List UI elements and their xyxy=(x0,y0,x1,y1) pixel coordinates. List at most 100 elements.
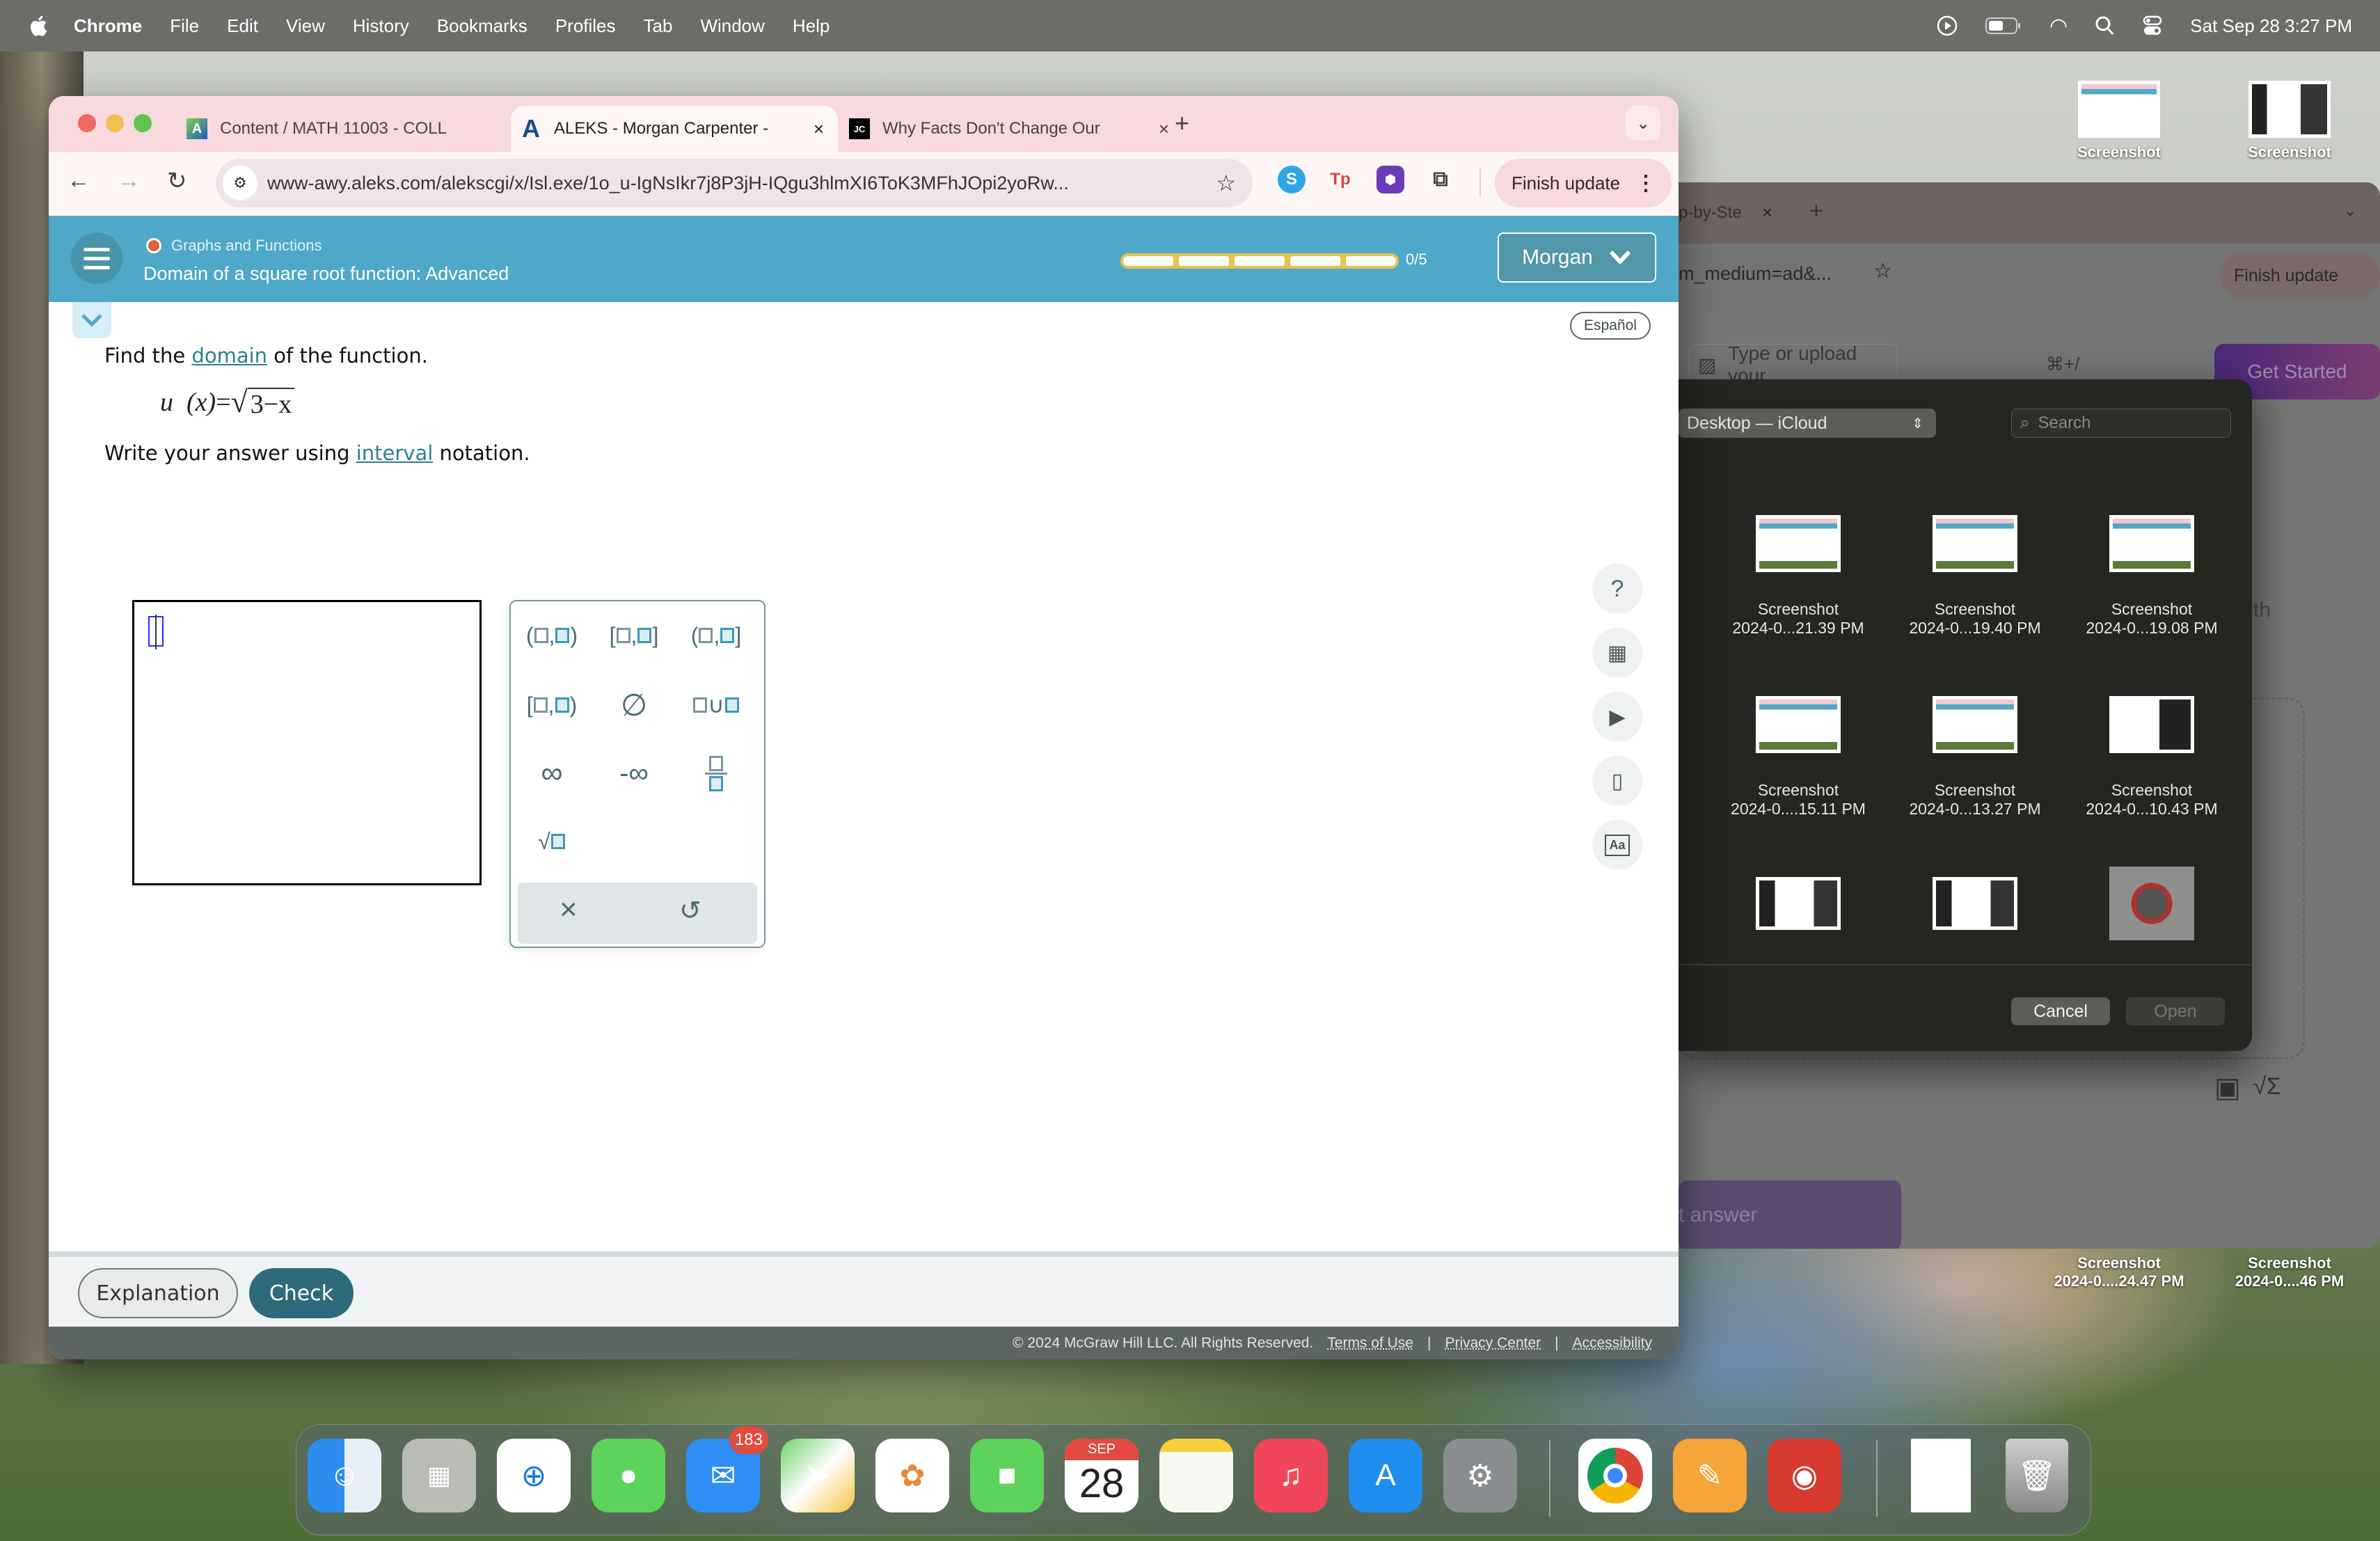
dictionary-button[interactable]: Aa xyxy=(1592,820,1642,870)
window-minimize-button[interactable] xyxy=(106,114,124,132)
site-settings-icon[interactable]: ⚙ xyxy=(223,166,257,200)
background-url[interactable]: m_medium=ad&... xyxy=(1679,263,1832,285)
calculator-button[interactable]: ▦ xyxy=(1592,628,1642,678)
dock-music-icon[interactable]: ♫ xyxy=(1254,1439,1328,1512)
help-button[interactable]: ? xyxy=(1592,564,1642,614)
skype-icon[interactable]: S xyxy=(1278,166,1306,193)
collapse-toggle-button[interactable] xyxy=(72,302,111,338)
tab-search-button[interactable]: ⌄ xyxy=(1626,106,1660,141)
desktop-file-screenshot-2[interactable]: Screenshot xyxy=(2220,81,2359,161)
wifi-icon[interactable]: ◠ xyxy=(2049,14,2068,38)
menu-help[interactable]: Help xyxy=(793,15,830,37)
spotlight-search-icon[interactable] xyxy=(2095,15,2115,36)
desktop-file-screenshot-1[interactable]: Screenshot xyxy=(2049,81,2189,161)
dock-safari-icon[interactable]: ⊕ xyxy=(497,1439,571,1512)
answer-input[interactable] xyxy=(132,600,482,885)
menu-tab[interactable]: Tab xyxy=(644,15,673,37)
user-menu-button[interactable]: Morgan xyxy=(1498,232,1656,283)
open-button[interactable]: Open xyxy=(2126,997,2225,1025)
tab-aleks[interactable]: A ALEKS - Morgan Carpenter - × xyxy=(511,106,838,152)
desktop-file-screenshot-3[interactable]: Screenshot 2024-0....24.47 PM xyxy=(2049,1254,2189,1290)
dock-system-settings-icon[interactable]: ⚙ xyxy=(1443,1439,1517,1512)
dock-mail-icon[interactable]: ✉ 183 xyxy=(686,1426,768,1512)
tab-content-math[interactable]: A Content / MATH 11003 - COLL × xyxy=(187,106,548,152)
dialog-file-item[interactable] xyxy=(1722,877,1875,958)
square-root-key[interactable]: √ xyxy=(514,817,590,866)
background-formula-icon[interactable]: √Σ xyxy=(2253,1073,2281,1100)
union-key[interactable]: ∪ xyxy=(678,681,754,729)
background-finish-update[interactable]: Finish update xyxy=(2220,252,2380,299)
dock-launchpad-icon[interactable]: ▦ xyxy=(402,1439,476,1512)
reload-button[interactable]: ↻ xyxy=(167,167,187,195)
address-bar[interactable]: ⚙ www-awy.aleks.com/alekscgi/x/Isl.exe/1… xyxy=(216,159,1253,207)
negative-infinity-key[interactable]: -∞ xyxy=(596,749,672,798)
crystal-extension-icon[interactable]: ⬢ xyxy=(1377,166,1404,193)
control-center-icon[interactable] xyxy=(2143,15,2162,36)
battery-icon[interactable] xyxy=(1985,16,2022,35)
background-image-icon[interactable]: ▣ xyxy=(2214,1072,2241,1104)
fraction-key[interactable] xyxy=(678,749,754,798)
dialog-file-item[interactable]: Screenshot 2024-0....15.11 PM xyxy=(1722,696,1875,819)
background-tab-close-icon[interactable]: × xyxy=(1762,202,1772,223)
menu-bookmarks[interactable]: Bookmarks xyxy=(437,15,527,37)
privacy-center-link[interactable]: Privacy Center xyxy=(1445,1335,1541,1352)
check-button[interactable]: Check xyxy=(249,1268,354,1318)
new-tab-button[interactable]: + xyxy=(1175,109,1189,138)
background-tab-menu-icon[interactable]: ⌄ xyxy=(2343,200,2357,221)
dock-finder-icon[interactable]: ☺ xyxy=(308,1439,381,1512)
video-button[interactable]: ▶ xyxy=(1592,692,1642,742)
bookmark-star-icon[interactable]: ☆ xyxy=(1216,170,1236,196)
background-tab-label[interactable]: p-by-Ste xyxy=(1679,203,1742,223)
menu-edit[interactable]: Edit xyxy=(227,15,258,37)
dock-notes-icon[interactable] xyxy=(1159,1439,1233,1512)
undo-key[interactable]: ↺ xyxy=(679,895,701,926)
menu-file[interactable]: File xyxy=(170,15,199,37)
domain-link[interactable]: domain xyxy=(191,344,267,368)
forward-button[interactable]: → xyxy=(117,167,141,194)
open-closed-interval-key[interactable]: (,] xyxy=(678,611,754,660)
menu-profiles[interactable]: Profiles xyxy=(555,15,616,37)
menubar-clock[interactable]: Sat Sep 28 3:27 PM xyxy=(2190,15,2352,37)
tab-why-facts[interactable]: JC Why Facts Don't Change Our × xyxy=(849,106,1183,152)
ebook-button[interactable]: ▯ xyxy=(1592,756,1642,806)
background-bookmark-star-icon[interactable]: ☆ xyxy=(1873,259,1892,283)
terms-of-use-link[interactable]: Terms of Use xyxy=(1327,1335,1413,1352)
dialog-file-item[interactable]: Screenshot 2024-0...10.43 PM xyxy=(2075,696,2228,819)
dialog-file-item-logo[interactable] xyxy=(2075,867,2228,968)
espanol-button[interactable]: Español xyxy=(1570,312,1651,340)
desktop-file-screenshot-4[interactable]: Screenshot 2024-0....46 PM xyxy=(2220,1254,2359,1290)
closed-closed-interval-key[interactable]: [,] xyxy=(596,611,672,660)
window-close-button[interactable] xyxy=(78,114,96,132)
open-open-interval-key[interactable]: (,) xyxy=(514,611,590,660)
closed-open-interval-key[interactable]: [,) xyxy=(514,681,590,729)
menu-app-name[interactable]: Chrome xyxy=(74,15,142,37)
menu-window[interactable]: Window xyxy=(700,15,764,37)
location-popup[interactable]: Desktop — iCloud ⇕ xyxy=(1679,409,1936,438)
dialog-search-field[interactable]: ⌕ Search xyxy=(2011,409,2231,438)
dock-app-store-icon[interactable]: A xyxy=(1349,1439,1422,1512)
dock-photos-icon[interactable]: ✿ xyxy=(875,1439,949,1512)
interval-link[interactable]: interval xyxy=(356,441,434,465)
menu-view[interactable]: View xyxy=(286,15,325,37)
dock-pages-icon[interactable]: ✎ xyxy=(1673,1439,1747,1512)
extensions-puzzle-icon[interactable]: ⧉ xyxy=(1427,166,1454,193)
background-new-tab-icon[interactable]: + xyxy=(1809,198,1823,225)
kebab-menu-icon[interactable]: ⋮ xyxy=(1635,171,1656,196)
window-zoom-button[interactable] xyxy=(134,114,152,132)
dock-trash-icon[interactable]: 🗑 xyxy=(2006,1439,2068,1512)
cancel-button[interactable]: Cancel xyxy=(2011,997,2110,1025)
dock-maps-icon[interactable]: ➤ xyxy=(781,1439,855,1512)
dock-calendar-icon[interactable]: SEP 28 xyxy=(1065,1439,1139,1512)
dock-chrome-icon[interactable] xyxy=(1578,1439,1652,1512)
hamburger-menu-button[interactable] xyxy=(71,232,122,284)
clear-key[interactable]: × xyxy=(560,892,578,927)
empty-set-key[interactable]: ∅ xyxy=(596,681,672,729)
dock-photo-booth-icon[interactable]: ◉ xyxy=(1768,1439,1841,1512)
dialog-file-item[interactable]: Screenshot 2024-0...19.08 PM xyxy=(2075,515,2228,638)
apple-icon[interactable] xyxy=(28,14,49,38)
tab-close-icon[interactable]: × xyxy=(1159,118,1169,140)
dialog-file-item[interactable] xyxy=(1898,877,2052,958)
explanation-button[interactable]: Explanation xyxy=(78,1268,238,1318)
dialog-file-item[interactable]: Screenshot 2024-0...19.40 PM xyxy=(1898,515,2052,638)
dialog-file-item[interactable]: Screenshot 2024-0...21.39 PM xyxy=(1722,515,1875,638)
